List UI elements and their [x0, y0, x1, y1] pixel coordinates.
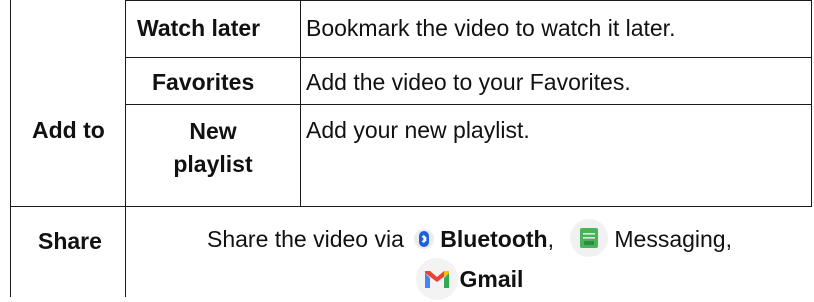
share-comma: , [547, 226, 554, 253]
share-bluetooth: Bluetooth [440, 226, 548, 253]
group-label-add-to: Add to [32, 117, 105, 143]
share-description: Share the video via Bluetooth, Messaging… [125, 219, 814, 302]
description-watch-later: Bookmark the video to watch it later. [306, 15, 676, 41]
option-favorites: Favorites [152, 69, 255, 95]
table-row-divider-2 [125, 104, 812, 105]
table-row-divider-3 [10, 206, 812, 207]
description-favorites: Add the video to your Favorites. [306, 69, 631, 95]
group-label-share: Share [38, 228, 102, 254]
gmail-icon [415, 258, 458, 300]
share-messaging: Messaging, [614, 226, 732, 253]
option-new-playlist-line1: New [189, 118, 237, 144]
table-border-top [125, 0, 812, 1]
bluetooth-icon [414, 229, 435, 249]
description-new-playlist: Add your new playlist. [306, 117, 530, 143]
option-watch-later: Watch later [137, 15, 261, 41]
option-new-playlist: New playlist [126, 115, 300, 181]
help-table: Add to Share Watch later Favorites New p… [0, 0, 814, 300]
share-prefix: Share the video via [206, 226, 404, 253]
option-new-playlist-line2: playlist [173, 151, 253, 177]
messaging-icon [570, 219, 609, 257]
share-gmail: Gmail [459, 266, 524, 293]
table-border-left [10, 0, 11, 297]
table-row-divider-1 [125, 57, 812, 58]
